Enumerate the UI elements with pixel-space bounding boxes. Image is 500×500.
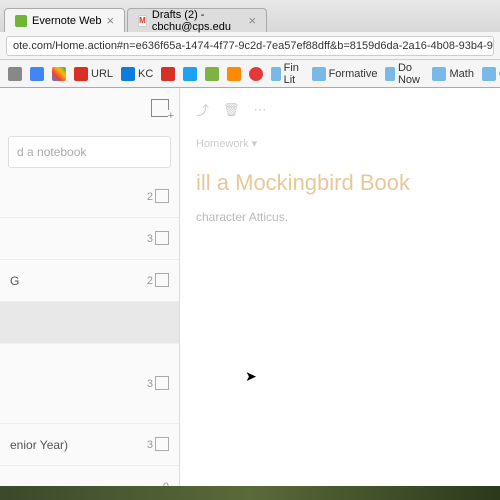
tab-label: Drafts (2) - cbchu@cps.edu: [152, 9, 244, 33]
share-icon[interactable]: ⤴: [196, 100, 209, 119]
bookmark-formative[interactable]: Formative: [312, 67, 378, 81]
note-title[interactable]: ill a Mockingbird Book: [196, 170, 484, 196]
notebook-item[interactable]: 3: [0, 344, 179, 424]
bookmark-math[interactable]: Math: [432, 67, 473, 81]
bookmark-item[interactable]: [52, 67, 66, 81]
notebook-item-selected[interactable]: [0, 302, 179, 344]
desktop-background: [0, 486, 500, 500]
notebook-item[interactable]: 2: [0, 176, 179, 218]
url-field[interactable]: ote.com/Home.action#n=e636f65a-1474-4f77…: [6, 36, 494, 56]
tab-label: Evernote Web: [32, 15, 102, 27]
bookmark-item[interactable]: [161, 67, 175, 81]
close-icon[interactable]: ×: [107, 13, 115, 28]
notebook-item[interactable]: 3: [0, 218, 179, 260]
bookmarks-bar: URL KC Fin Lit Formative Do Now Math CPS: [0, 60, 500, 88]
notebook-list: 2 3 G2 3 enior Year)3 0: [0, 176, 179, 500]
stack-icon: [157, 439, 169, 451]
note-body[interactable]: character Atticus.: [196, 210, 484, 224]
bookmark-apps[interactable]: [8, 67, 22, 81]
note-editor: ⤴ 🗑 ⋯ Homework ▾ ill a Mockingbird Book …: [180, 88, 500, 500]
new-notebook-icon[interactable]: [151, 99, 169, 117]
notebook-item[interactable]: enior Year)3: [0, 424, 179, 466]
folder-icon: [482, 67, 496, 81]
app-content: d a notebook 2 3 G2 3 enior Year)3 0 ⤴ 🗑…: [0, 88, 500, 500]
bookmark-url[interactable]: URL: [74, 67, 113, 81]
bookmark-donow[interactable]: Do Now: [385, 62, 424, 86]
bookmark-item[interactable]: [30, 67, 44, 81]
stack-icon: [157, 191, 169, 203]
gmail-favicon: M: [138, 15, 147, 27]
cursor-icon: ➤: [245, 368, 257, 385]
bookmark-cps[interactable]: CPS: [482, 67, 500, 81]
bookmark-twitter[interactable]: [183, 67, 197, 81]
folder-icon: [271, 67, 280, 81]
bookmark-item[interactable]: [205, 67, 219, 81]
more-icon[interactable]: ⋯: [254, 102, 267, 118]
trash-icon[interactable]: 🗑: [223, 102, 240, 118]
note-notebook-selector[interactable]: Homework ▾: [196, 137, 484, 150]
search-notebook-input[interactable]: d a notebook: [8, 136, 171, 168]
close-icon[interactable]: ×: [249, 13, 257, 28]
notebook-item[interactable]: G2: [0, 260, 179, 302]
stack-icon: [157, 378, 169, 390]
folder-icon: [432, 67, 446, 81]
bookmark-item[interactable]: [249, 67, 263, 81]
tab-gmail[interactable]: M Drafts (2) - cbchu@cps.edu ×: [127, 8, 267, 32]
url-bar: ote.com/Home.action#n=e636f65a-1474-4f77…: [0, 32, 500, 60]
bookmark-kc[interactable]: KC: [121, 67, 153, 81]
tab-strip: Evernote Web × M Drafts (2) - cbchu@cps.…: [0, 0, 500, 32]
folder-icon: [312, 67, 326, 81]
evernote-favicon: [15, 15, 27, 27]
stack-icon: [157, 275, 169, 287]
notebook-sidebar: d a notebook 2 3 G2 3 enior Year)3 0: [0, 88, 180, 500]
note-toolbar: ⤴ 🗑 ⋯: [196, 100, 484, 119]
stack-icon: [157, 233, 169, 245]
bookmark-item[interactable]: [227, 67, 241, 81]
tab-evernote[interactable]: Evernote Web ×: [4, 8, 125, 32]
bookmark-finlit[interactable]: Fin Lit: [271, 62, 303, 86]
folder-icon: [385, 67, 394, 81]
